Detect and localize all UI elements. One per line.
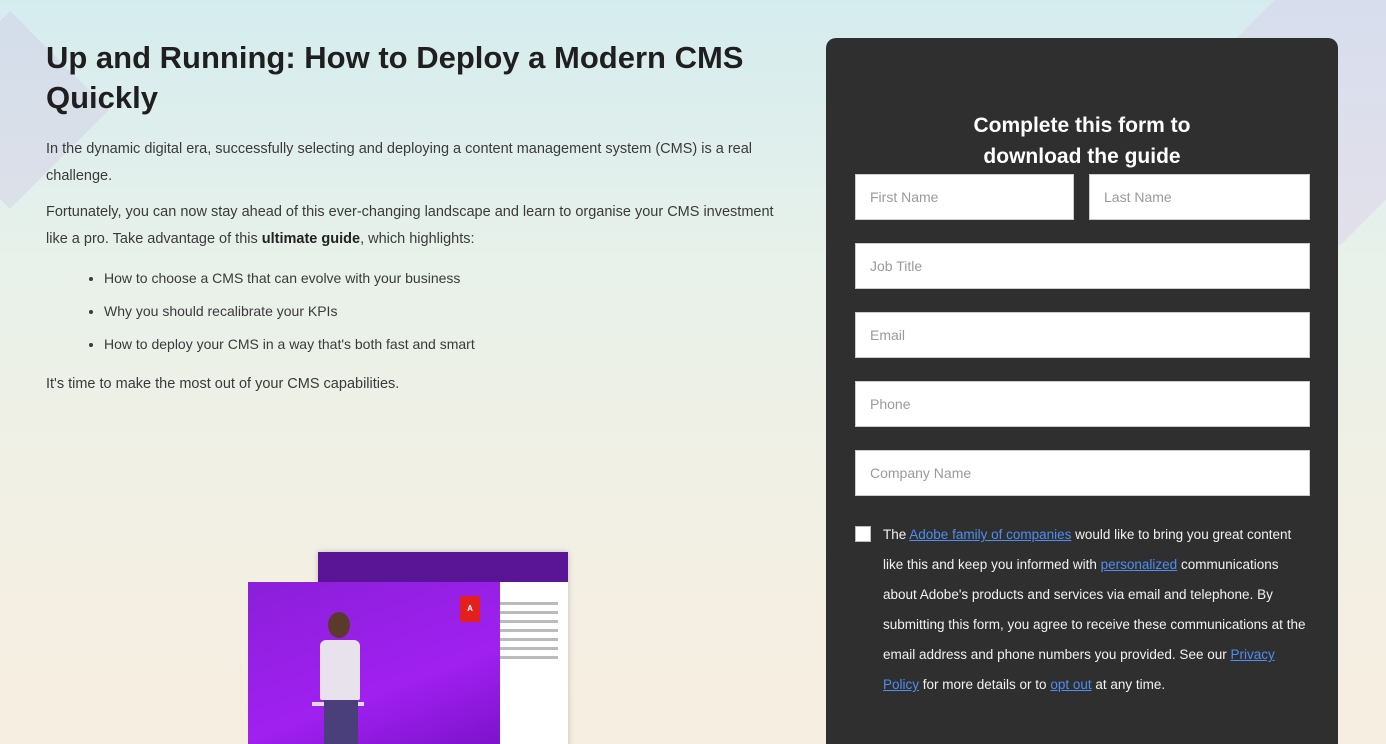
person-illustration [308,612,368,744]
job-title-input[interactable] [855,243,1310,289]
consent-checkbox[interactable] [855,526,871,542]
closing-paragraph: It's time to make the most out of your C… [46,376,400,392]
opt-out-link[interactable]: opt out [1050,677,1091,692]
highlight-paragraph-end: , which highlights: [360,231,475,247]
list-item: How to choose a CMS that can evolve with… [104,262,786,295]
article-content: Up and Running: How to Deploy a Modern C… [46,38,786,398]
last-name-input[interactable] [1089,174,1310,220]
list-item: Why you should recalibrate your KPIs [104,295,786,328]
email-input[interactable] [855,312,1310,358]
highlights-list: How to choose a CMS that can evolve with… [104,262,786,361]
personalized-link[interactable]: personalized [1101,557,1178,572]
consent-text: The Adobe family of companies would like… [883,527,1306,692]
page-title: Up and Running: How to Deploy a Modern C… [46,40,744,115]
form-heading: Complete this form to download the guide [973,114,1191,168]
adobe-logo-icon: A [460,596,480,622]
phone-input[interactable] [855,381,1310,427]
intro-paragraph: In the dynamic digital era, successfully… [46,141,753,184]
company-name-input[interactable] [855,450,1310,496]
list-item: How to deploy your CMS in a way that's b… [104,328,786,361]
guide-cover-image: A [248,552,568,744]
highlight-paragraph-bold: ultimate guide [261,231,361,247]
guide-front-cover: A [248,582,500,744]
first-name-input[interactable] [855,174,1074,220]
highlight-paragraph: Fortunately, you can now stay ahead of t… [46,199,786,253]
adobe-family-link[interactable]: Adobe family of companies [909,527,1071,542]
